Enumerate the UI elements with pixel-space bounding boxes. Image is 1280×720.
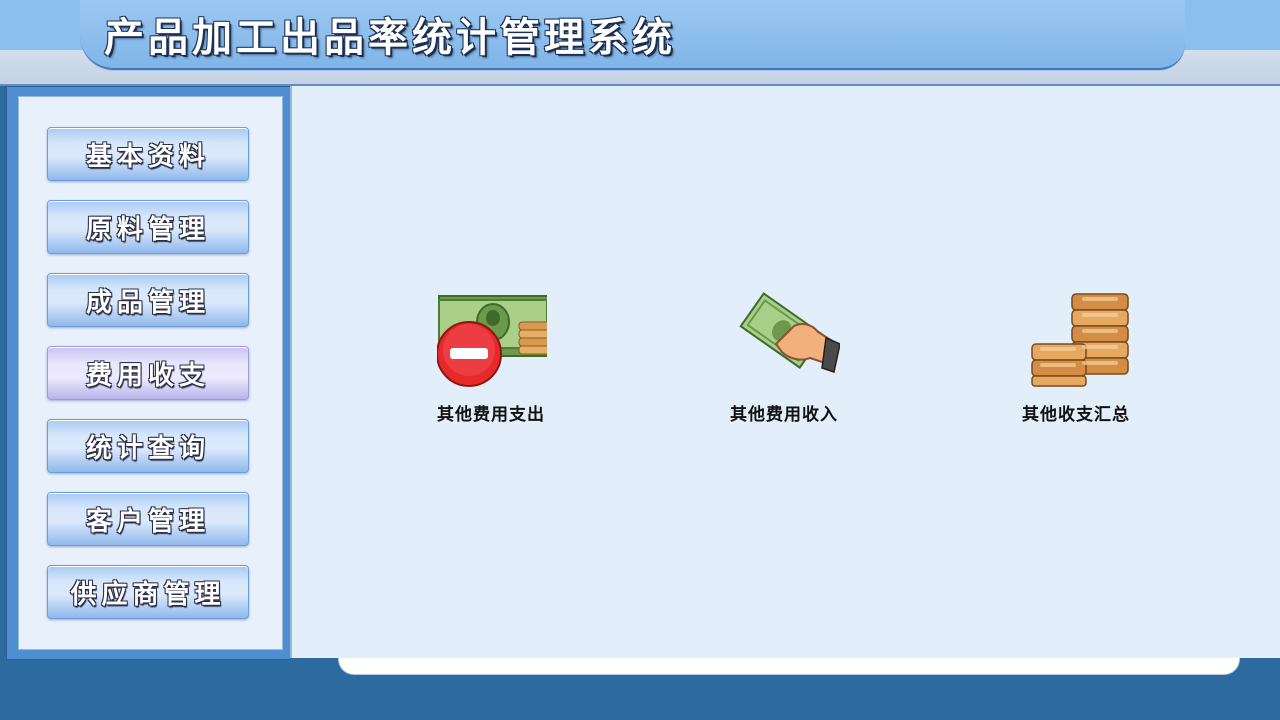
app-title: 产品加工出品率统计管理系统 [104, 15, 676, 61]
sidebar-item-label: 供应商管理 [70, 579, 226, 610]
sidebar-item-supplier-management[interactable]: 供应商管理 [47, 565, 249, 619]
sidebar-item-statistics-query[interactable]: 统计查询 [47, 419, 249, 473]
money-minus-icon [437, 295, 547, 387]
sidebar-item-product-management[interactable]: 成品管理 [47, 273, 249, 327]
action-label: 其他费用收入 [730, 405, 838, 425]
sidebar-item-basic-data[interactable]: 基本资料 [47, 127, 249, 181]
action-label: 其他费用支出 [437, 405, 545, 425]
money-hand-icon [739, 292, 840, 373]
sidebar-item-expense-income[interactable]: 费用收支 [47, 346, 249, 400]
sidebar-item-label: 费用收支 [85, 360, 210, 391]
sidebar-item-label: 统计查询 [85, 433, 210, 464]
sidebar-item-customer-management[interactable]: 客户管理 [47, 492, 249, 546]
action-other-expense[interactable]: 其他费用支出 [401, 288, 581, 428]
sidebar-item-label: 原料管理 [85, 214, 210, 245]
sidebar-item-label: 客户管理 [85, 506, 210, 537]
sidebar-item-label: 基本资料 [85, 141, 210, 172]
sidebar-item-material-management[interactable]: 原料管理 [47, 200, 249, 254]
action-label: 其他收支汇总 [1022, 405, 1130, 425]
action-other-summary[interactable]: 其他收支汇总 [986, 288, 1166, 428]
action-other-income[interactable]: 其他费用收入 [694, 288, 874, 428]
sidebar-item-label: 成品管理 [85, 287, 210, 318]
footer-status-bar [338, 658, 1240, 675]
coins-stack-icon [1031, 293, 1129, 387]
